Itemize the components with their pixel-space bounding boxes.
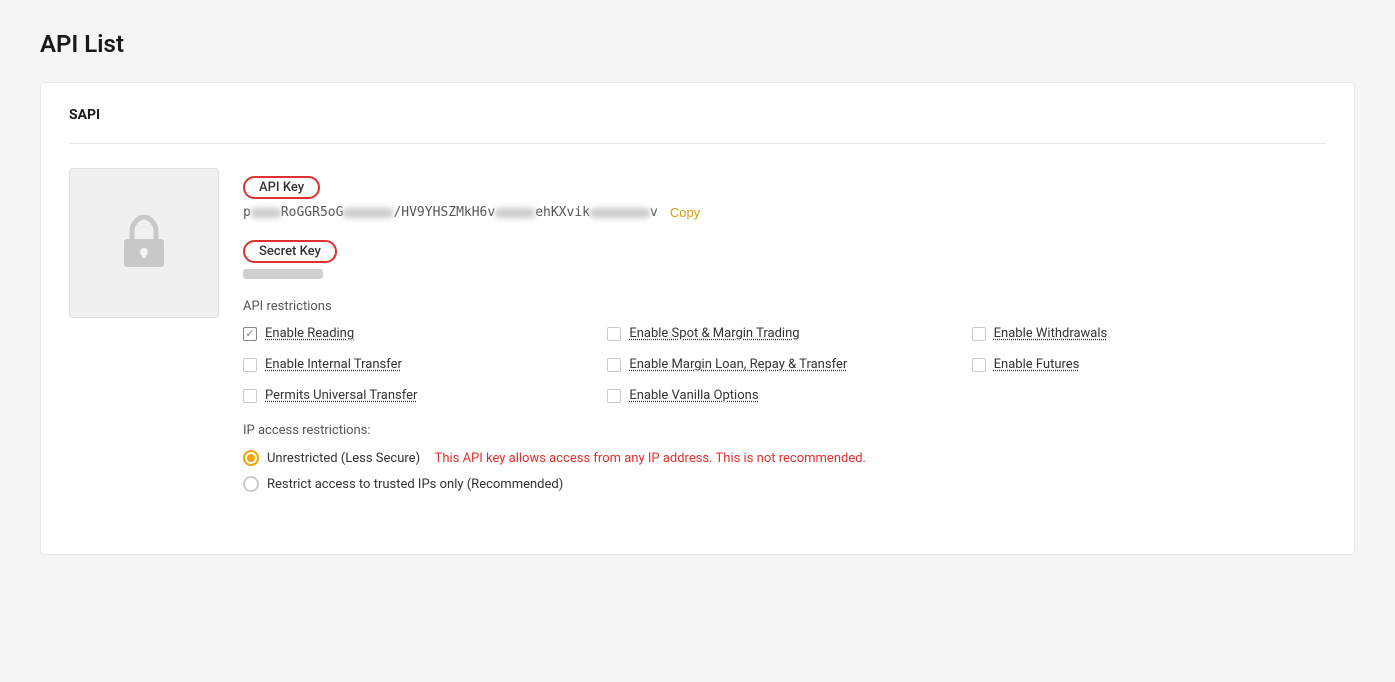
api-card: SAPI API Key	[40, 82, 1355, 555]
api-key-label: API Key	[243, 176, 320, 199]
checkbox-box-spot	[607, 327, 621, 341]
unrestricted-warning: This API key allows access from any IP a…	[428, 451, 866, 466]
ip-label: IP access restrictions:	[243, 423, 1326, 438]
checkbox-box-reading: ✓	[243, 327, 257, 341]
checkbox-label-futures: Enable Futures	[994, 357, 1080, 372]
checkbox-permits-universal[interactable]: Permits Universal Transfer	[243, 388, 597, 403]
checkbox-label-internal: Enable Internal Transfer	[265, 357, 402, 372]
lock-icon-box	[69, 168, 219, 318]
radio-restricted[interactable]: Restrict access to trusted IPs only (Rec…	[243, 476, 1326, 492]
checkbox-enable-reading[interactable]: ✓ Enable Reading	[243, 326, 597, 341]
page-container: API List SAPI API Key	[0, 0, 1395, 682]
page-title: API List	[40, 30, 1355, 58]
ip-section: IP access restrictions: Unrestricted (Le…	[243, 423, 1326, 492]
checkbox-enable-margin-loan[interactable]: Enable Margin Loan, Repay & Transfer	[607, 357, 961, 372]
checkbox-box-universal	[243, 389, 257, 403]
checkmark-reading: ✓	[245, 328, 254, 339]
radio-inner-unrestricted	[247, 454, 255, 462]
checkbox-label-reading: Enable Reading	[265, 326, 354, 341]
divider	[69, 143, 1326, 144]
key-section: API Key pRoGGR5oG/HV9YHSZMkH6vehKXvikv C…	[69, 168, 1326, 502]
checkbox-box-futures	[972, 358, 986, 372]
checkbox-label-withdrawals: Enable Withdrawals	[994, 326, 1108, 341]
checkbox-label-margin: Enable Margin Loan, Repay & Transfer	[629, 357, 847, 372]
lock-icon	[120, 215, 168, 271]
copy-button[interactable]: Copy	[670, 205, 700, 220]
blur1	[251, 208, 281, 218]
blur4	[590, 208, 650, 218]
restrictions-grid: ✓ Enable Reading Enable Spot & Margin Tr…	[243, 326, 1326, 403]
checkbox-label-universal: Permits Universal Transfer	[265, 388, 417, 403]
secret-key-blur	[243, 269, 323, 279]
restrictions-label: API restrictions	[243, 299, 1326, 314]
api-key-label-wrapper: API Key	[243, 176, 320, 199]
radio-outer-unrestricted	[243, 450, 259, 466]
secret-key-label-wrapper: Secret Key	[243, 240, 337, 263]
checkbox-enable-futures[interactable]: Enable Futures	[972, 357, 1326, 372]
section-label: SAPI	[69, 107, 1326, 123]
api-key-value: pRoGGR5oG/HV9YHSZMkH6vehKXvikv	[243, 205, 658, 220]
checkbox-enable-withdrawals[interactable]: Enable Withdrawals	[972, 326, 1326, 341]
checkbox-enable-internal-transfer[interactable]: Enable Internal Transfer	[243, 357, 597, 372]
blur2	[343, 208, 393, 218]
blur3	[495, 208, 535, 218]
checkbox-enable-vanilla[interactable]: Enable Vanilla Options	[607, 388, 961, 403]
api-key-row: API Key pRoGGR5oG/HV9YHSZMkH6vehKXvikv C…	[243, 176, 1326, 220]
radio-unrestricted[interactable]: Unrestricted (Less Secure) This API key …	[243, 450, 1326, 466]
checkbox-box-margin	[607, 358, 621, 372]
secret-key-label: Secret Key	[243, 240, 337, 263]
empty-cell	[972, 388, 1326, 403]
api-key-value-row: pRoGGR5oG/HV9YHSZMkH6vehKXvikv Copy	[243, 205, 1326, 220]
checkbox-label-vanilla: Enable Vanilla Options	[629, 388, 758, 403]
checkbox-box-withdrawals	[972, 327, 986, 341]
checkbox-box-vanilla	[607, 389, 621, 403]
checkbox-box-internal	[243, 358, 257, 372]
secret-key-row: Secret Key	[243, 240, 1326, 279]
restrictions-section: API restrictions ✓ Enable Reading Enable…	[243, 299, 1326, 403]
key-details: API Key pRoGGR5oG/HV9YHSZMkH6vehKXvikv C…	[243, 168, 1326, 502]
checkbox-enable-spot[interactable]: Enable Spot & Margin Trading	[607, 326, 961, 341]
checkbox-label-spot: Enable Spot & Margin Trading	[629, 326, 799, 341]
secret-key-value-row	[243, 269, 1326, 279]
radio-label-unrestricted: Unrestricted (Less Secure)	[267, 451, 420, 466]
radio-outer-restricted	[243, 476, 259, 492]
radio-label-restricted: Restrict access to trusted IPs only (Rec…	[267, 477, 563, 492]
